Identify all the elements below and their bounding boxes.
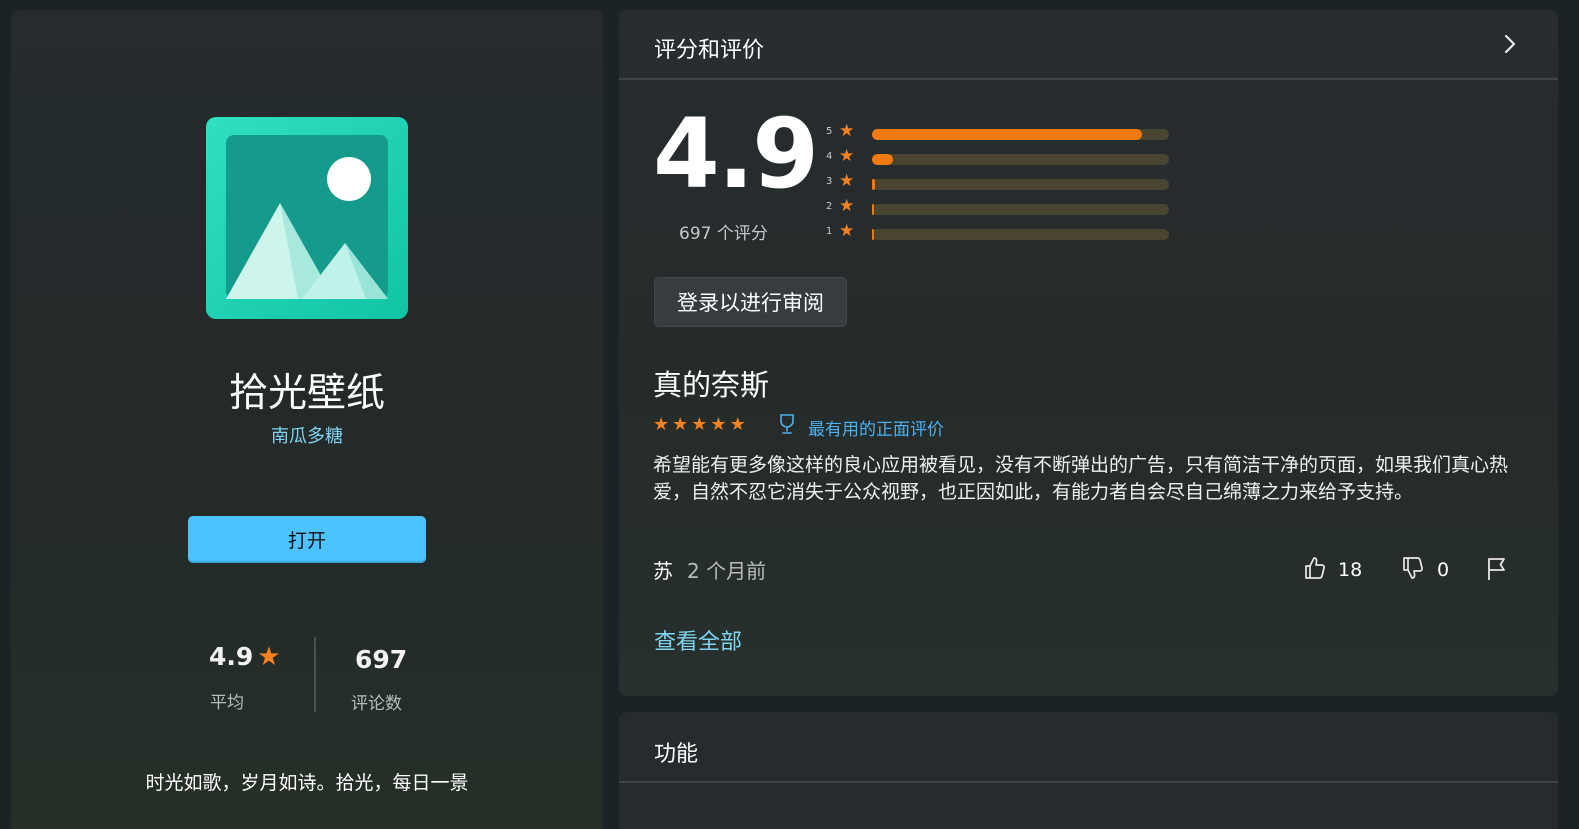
most-helpful-badge: 最有用的正面评价 bbox=[808, 420, 944, 440]
star-icon: ★ bbox=[672, 414, 692, 435]
chevron-right-icon[interactable] bbox=[1503, 32, 1517, 62]
rating-bar-row: 1 ★ bbox=[826, 221, 1186, 247]
star-icon: ★ bbox=[710, 414, 730, 435]
thumbs-up-icon[interactable] bbox=[1303, 555, 1327, 585]
rating-bar-track bbox=[872, 204, 1169, 215]
star-icon: ★ bbox=[653, 414, 673, 435]
thumbs-down-icon[interactable] bbox=[1401, 555, 1425, 585]
rating-bar-row: 5 ★ bbox=[826, 121, 1186, 147]
rating-bar-stars: 2 bbox=[826, 201, 833, 212]
report-flag-icon[interactable] bbox=[1485, 556, 1509, 586]
see-all-link[interactable]: 查看全部 bbox=[654, 624, 742, 656]
rating-bar-stars: 5 bbox=[826, 126, 833, 137]
rating-distribution: 5 ★ 4 ★ 3 ★ 2 ★ 1 ★ bbox=[826, 121, 1186, 247]
app-summary-panel: 拾光壁纸 南瓜多糖 打开 4.9 ★ 平均 697 评论数 时光如歌，岁月如诗。拾… bbox=[11, 10, 603, 829]
rating-bar-fill bbox=[872, 179, 875, 190]
app-tagline: 时光如歌，岁月如诗。拾光，每日一景 bbox=[145, 772, 469, 794]
rating-bar-track bbox=[872, 179, 1169, 190]
trophy-icon bbox=[776, 412, 798, 440]
star-icon: ★ bbox=[839, 146, 855, 166]
rating-bar-fill bbox=[872, 154, 893, 165]
review-date: 2 个月前 bbox=[687, 559, 767, 583]
helpful-count: 18 bbox=[1338, 559, 1363, 581]
review-count-label: 评论数 bbox=[351, 694, 402, 714]
section-title: 评分和评价 bbox=[654, 38, 765, 63]
publisher-link[interactable]: 南瓜多糖 bbox=[11, 422, 603, 448]
review-body: 希望能有更多像这样的良心应用被看见，没有不断弹出的广告，只有简洁干净的页面，如果… bbox=[653, 454, 1509, 503]
rating-bar-stars: 1 bbox=[826, 226, 833, 237]
rating-bar-row: 2 ★ bbox=[826, 196, 1186, 222]
average-rating: 4.9 ★ bbox=[209, 642, 281, 672]
app-image-icon bbox=[206, 117, 408, 319]
ratings-card: 评分和评价 4.9 697 个评分 5 ★ 4 ★ 3 ★ 2 ★ 1 ★ 登录以进行审阅 真的奈… bbox=[619, 10, 1558, 696]
rating-bar-fill bbox=[872, 129, 1142, 140]
unhelpful-count: 0 bbox=[1437, 559, 1450, 581]
review-title: 真的奈斯 bbox=[653, 368, 770, 402]
overall-score: 4.9 bbox=[653, 98, 819, 210]
rating-bar-stars: 4 bbox=[826, 151, 833, 162]
rating-bar-track bbox=[872, 154, 1169, 165]
rating-bar-fill bbox=[872, 204, 874, 215]
features-header: 功能 bbox=[619, 712, 1558, 783]
divider bbox=[314, 637, 316, 712]
features-title: 功能 bbox=[654, 742, 699, 767]
review-author: 苏 bbox=[653, 559, 673, 583]
rating-bar-track bbox=[872, 129, 1169, 140]
star-icon: ★ bbox=[839, 221, 855, 241]
star-icon: ★ bbox=[257, 642, 281, 672]
rating-count: 697 个评分 bbox=[679, 224, 768, 244]
signin-to-review-button[interactable]: 登录以进行审阅 bbox=[654, 277, 847, 327]
star-icon: ★ bbox=[839, 196, 855, 216]
rating-bar-track bbox=[872, 229, 1169, 240]
ratings-header[interactable]: 评分和评价 bbox=[619, 10, 1558, 80]
star-icon: ★ bbox=[691, 414, 711, 435]
average-rating-value: 4.9 bbox=[209, 642, 254, 671]
review-stars: ★★★★★ bbox=[653, 414, 749, 435]
rating-bar-fill bbox=[872, 229, 874, 240]
rating-bar-row: 3 ★ bbox=[826, 171, 1186, 197]
average-label: 平均 bbox=[210, 693, 244, 713]
open-button[interactable]: 打开 bbox=[188, 516, 426, 563]
rating-bar-row: 4 ★ bbox=[826, 146, 1186, 172]
features-card: 功能 bbox=[619, 712, 1558, 829]
review-count: 697 bbox=[355, 645, 408, 674]
star-icon: ★ bbox=[729, 414, 749, 435]
app-name: 拾光壁纸 bbox=[228, 371, 385, 416]
rating-bar-stars: 3 bbox=[826, 176, 833, 187]
star-icon: ★ bbox=[839, 121, 855, 141]
star-icon: ★ bbox=[839, 171, 855, 191]
